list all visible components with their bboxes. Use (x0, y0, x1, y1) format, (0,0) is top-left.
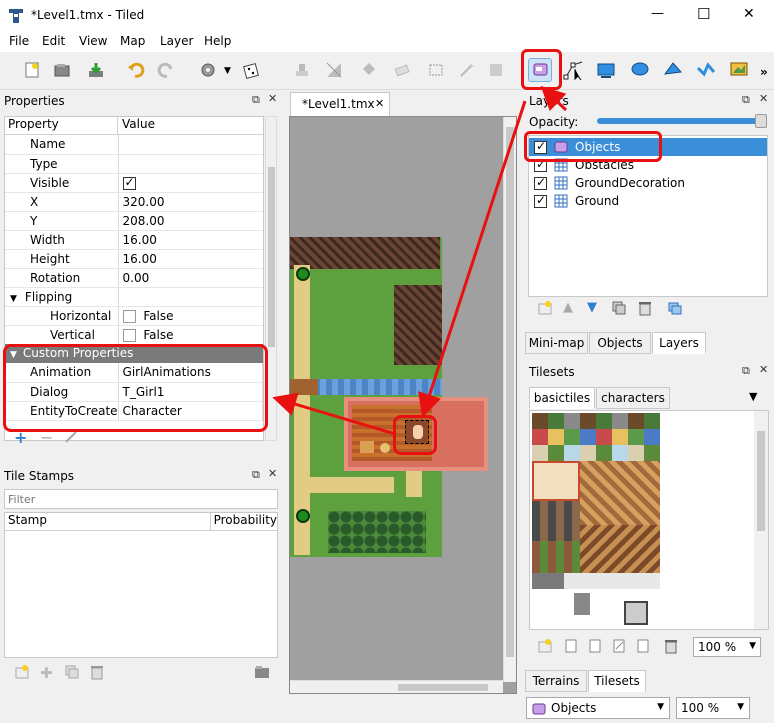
annotation-arrows (272, 85, 568, 436)
